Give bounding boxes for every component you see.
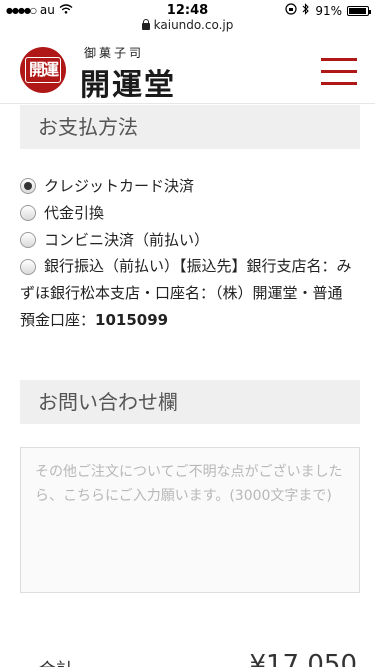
account-number: 1015099 [95,311,169,329]
payment-option-cod[interactable]: 代金引換 [20,199,375,226]
lock-icon [141,19,150,30]
option-label: クレジットカード決済 [44,177,195,195]
total-row: 合計 ¥17,050 [0,650,375,667]
account-label: 預金口座： [20,311,96,329]
radio-bank-transfer[interactable] [20,258,36,275]
inquiry-heading: お問い合わせ欄 [20,380,360,424]
logo-title[interactable]: 開運堂 [80,60,176,104]
hamburger-menu-icon[interactable] [321,58,357,86]
option-label: 代金引換 [44,204,105,222]
payment-option-credit-card[interactable]: クレジットカード決済 [20,172,375,199]
site-header: 開運 御菓子司 開運堂 [0,38,375,104]
address-bar[interactable]: kaiundo.co.jp [0,18,375,38]
logo-subtitle: 御菓子司 [84,46,145,60]
url-text: kaiundo.co.jp [153,18,234,32]
battery-icon [347,5,371,16]
total-value: ¥17,050 [249,650,357,667]
status-right: 91% [285,3,371,18]
logo-seal[interactable]: 開運 [20,47,66,93]
bank-transfer-line-1: 銀行振込（前払い）【振込先】銀行支店名：み [44,257,352,275]
radio-cod[interactable] [20,204,36,221]
inquiry-textarea[interactable] [20,447,360,593]
payment-options: クレジットカード決済 代金引換 コンビニ決済（前払い） 銀行振込（前払い）【振込… [20,172,375,334]
bluetooth-icon [302,3,310,18]
payment-option-convenience-store[interactable]: コンビニ決済（前払い） [20,226,375,253]
payment-option-bank-transfer[interactable]: 銀行振込（前払い）【振込先】銀行支店名：み ずほ銀行松本支店・口座名：（株）開運… [20,253,375,334]
logo-seal-text: 開運 [24,57,61,83]
bank-transfer-row[interactable]: 銀行振込（前払い）【振込先】銀行支店名：み [20,253,375,280]
option-label: コンビニ決済（前払い） [44,231,210,249]
radio-credit-card[interactable] [20,177,36,194]
status-bar: ●●●●○ au 12:48 91% [0,0,375,20]
total-label: 合計 [38,656,74,667]
bank-transfer-line-3: 預金口座：1015099 [20,307,375,334]
orientation-lock-icon [285,3,297,18]
radio-convenience-store[interactable] [20,231,36,248]
battery-percent: 91% [315,3,342,18]
bank-transfer-line-2: ずほ銀行松本支店・口座名：（株）開運堂・普通 [20,284,343,302]
payment-heading: お支払方法 [20,105,360,149]
